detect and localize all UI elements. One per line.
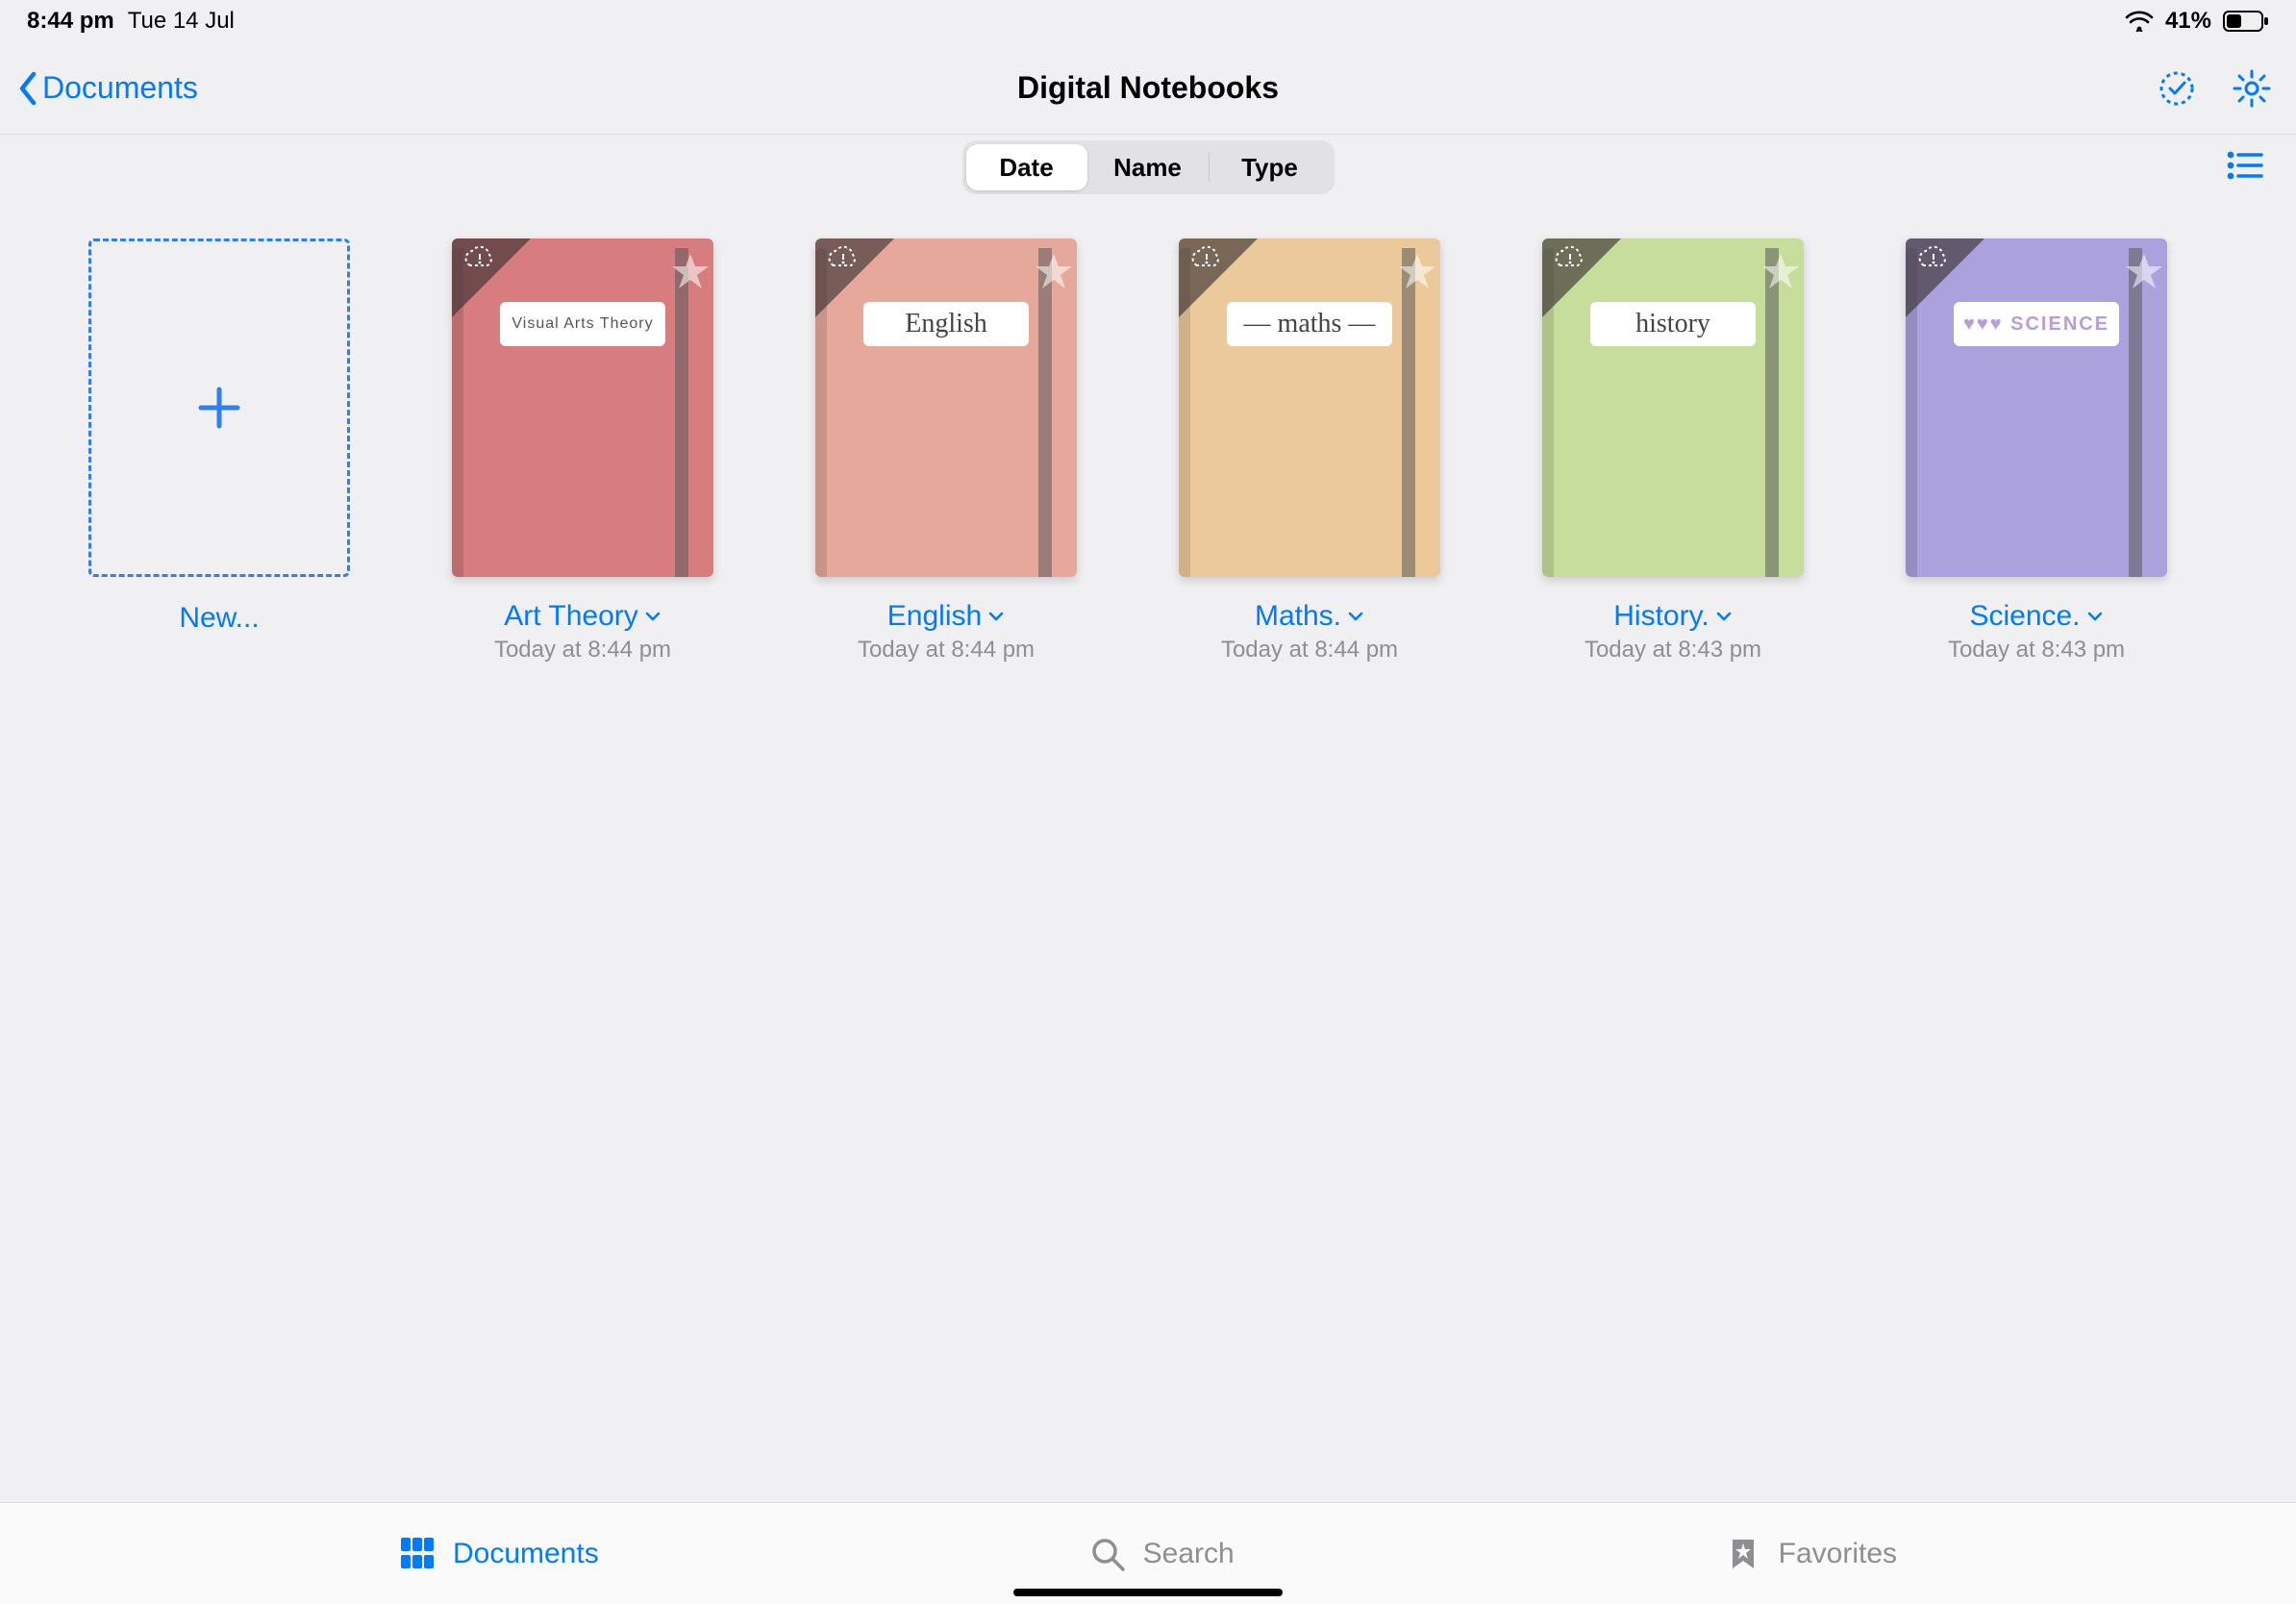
plus-icon [197,386,241,430]
sort-bar: Date Name Type [0,135,2296,210]
wifi-icon [2125,11,2154,32]
new-notebook-label: New... [179,602,259,635]
notebook-title: History. [1613,600,1709,633]
notebook-timestamp: Today at 8:44 pm [494,637,671,664]
sort-by-type[interactable]: Type [1210,144,1331,190]
notebook-title-menu[interactable]: English [887,600,1005,633]
notebook-title-menu[interactable]: Art Theory [504,600,661,633]
notebook-title-menu[interactable]: Maths. [1255,600,1364,633]
grid-icon [399,1536,436,1572]
favorite-star-icon[interactable] [1761,252,1800,290]
home-indicator[interactable] [1013,1589,1283,1596]
chevron-down-icon [644,608,661,625]
cloud-alert-icon [460,244,498,271]
notebook-cover[interactable]: history [1542,238,1804,577]
notebook-item: — maths — Maths. Today at 8:44 pm [1179,238,1440,664]
notebook-timestamp: Today at 8:43 pm [1948,637,2125,664]
notebook-item: history History. Today at 8:43 pm [1542,238,1804,664]
notebook-cover[interactable]: — maths — [1179,238,1440,577]
notebook-title-menu[interactable]: History. [1613,600,1732,633]
cloud-alert-icon [1186,244,1225,271]
list-view-toggle-icon[interactable] [2227,150,2263,186]
favorite-star-icon[interactable] [671,252,710,290]
notebook-grid: New... Visual Arts Theory Art Theory Tod… [0,210,2296,664]
tab-label: Favorites [1779,1538,1897,1570]
notebook-item: ♥♥♥ SCIENCE Science. Today at 8:43 pm [1906,238,2167,664]
chevron-left-icon [17,71,38,106]
battery-percent: 41% [2165,8,2211,35]
sort-segmented-control: Date Name Type [962,140,1335,194]
notebook-title-menu[interactable]: Science. [1969,600,2103,633]
favorite-star-icon[interactable] [1035,252,1073,290]
chevron-down-icon [1715,608,1733,625]
notebook-title: Art Theory [504,600,638,633]
favorite-star-icon[interactable] [2125,252,2163,290]
tab-favorites[interactable]: Favorites [1725,1536,1897,1572]
notebook-title: Science. [1969,600,2080,633]
sort-by-name[interactable]: Name [1087,144,1209,190]
sync-status-icon[interactable] [2156,67,2198,110]
page-title: Digital Notebooks [1017,70,1279,106]
back-label: Documents [42,70,198,106]
chevron-down-icon [987,608,1005,625]
favorite-star-icon[interactable] [1398,252,1436,290]
notebook-title: Maths. [1255,600,1341,633]
notebook-timestamp: Today at 8:44 pm [1221,637,1398,664]
notebook-cover[interactable]: Visual Arts Theory [452,238,713,577]
search-icon [1089,1536,1126,1572]
cloud-alert-icon [823,244,861,271]
chevron-down-icon [1347,608,1364,625]
settings-gear-icon[interactable] [2231,67,2273,110]
notebook-item: English English Today at 8:44 pm [815,238,1077,664]
new-notebook-button[interactable] [88,238,350,577]
notebook-timestamp: Today at 8:43 pm [1585,637,1761,664]
cloud-alert-icon [1913,244,1952,271]
notebook-item: Visual Arts Theory Art Theory Today at 8… [452,238,713,664]
notebook-cover[interactable]: ♥♥♥ SCIENCE [1906,238,2167,577]
status-time: 8:44 pm [27,8,114,35]
battery-icon [2223,11,2269,32]
tab-search[interactable]: Search [1089,1536,1235,1572]
status-date: Tue 14 Jul [128,8,235,35]
notebook-title: English [887,600,982,633]
bottom-tab-bar: Documents Search Favorites [0,1502,2296,1604]
sort-by-date[interactable]: Date [966,144,1087,190]
tab-label: Search [1143,1538,1235,1570]
nav-header: Documents Digital Notebooks [0,42,2296,135]
tab-label: Documents [453,1538,599,1570]
tab-documents[interactable]: Documents [399,1536,599,1572]
back-button[interactable]: Documents [17,70,198,106]
notebook-cover[interactable]: English [815,238,1077,577]
status-bar: 8:44 pm Tue 14 Jul 41% [0,0,2296,42]
notebook-timestamp: Today at 8:44 pm [858,637,1035,664]
chevron-down-icon [2086,608,2104,625]
bookmark-star-icon [1725,1536,1761,1572]
cloud-alert-icon [1550,244,1588,271]
